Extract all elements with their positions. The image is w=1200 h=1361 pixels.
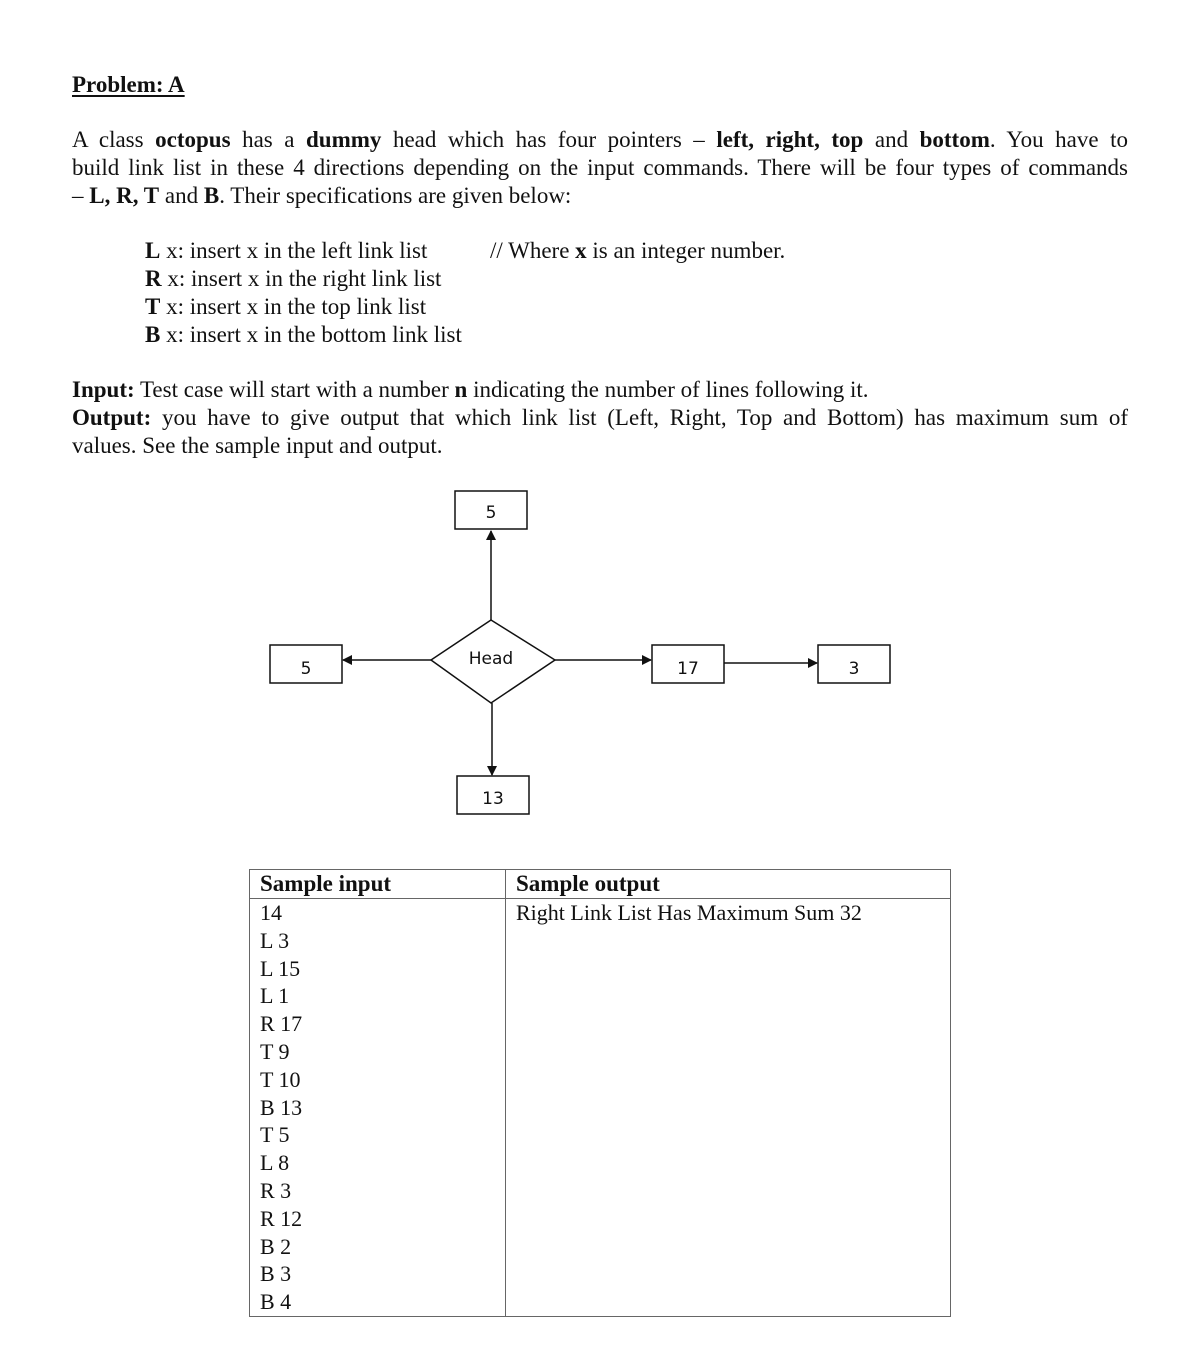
spec-description: x: insert x in the top link list <box>160 294 427 319</box>
right-node-2-value: 3 <box>849 659 860 679</box>
left-node-value: 5 <box>301 659 312 679</box>
right-node-1 <box>651 644 725 684</box>
keyword-x: x <box>575 238 587 263</box>
sample-input-header: Sample input <box>249 869 506 899</box>
sample-line: Right Link List Has Maximum Sum 32 <box>516 900 862 925</box>
text: head which has four pointers – <box>381 127 717 152</box>
keyword-commands: L, R, T <box>89 183 160 208</box>
text: A class <box>72 127 156 152</box>
top-node-value: 5 <box>486 503 497 523</box>
sample-body-row: 14 L 3L 15 L 1R 17 T 9T 10 B 13 T 5L 8R 3R 12… <box>249 898 951 1317</box>
output-label: Output: <box>72 405 152 430</box>
text: has a <box>230 127 306 152</box>
input-label: Input: <box>72 377 135 402</box>
keyword-dummy: dummy <box>306 127 382 152</box>
spec-description: x: insert x in the bottom link list <box>160 322 462 347</box>
bottom-node-value: 13 <box>482 789 504 809</box>
sample-line: B 13 <box>260 1094 303 1120</box>
intro-line-3: – L, R, T and B. Their specifications ar… <box>72 182 1128 210</box>
input-description: Input: Test case will start with a numbe… <box>72 376 1128 404</box>
sample-line: B 2 <box>260 1233 292 1259</box>
sample-input-lines: 14 L 3L 15 L 1R 17 T 9T 10 B 13 T 5L 8R 3R 12… <box>260 899 495 1316</box>
problem-description: A class octopus has a dummy head which h… <box>72 126 1128 210</box>
sample-line: B 4 <box>260 1289 292 1315</box>
problem-title: Problem: A <box>72 72 185 97</box>
sample-line: R 12 <box>260 1205 303 1231</box>
keyword-directions: left, right, top <box>716 127 864 152</box>
keyword-bottom: bottom <box>919 127 990 152</box>
text: and <box>159 183 204 208</box>
sample-output-lines: Right Link List Has Maximum Sum 32 <box>516 899 940 927</box>
sample-line: L 1 <box>260 983 290 1009</box>
intro-line-2: build link list in these 4 directions de… <box>72 155 1128 180</box>
spec-description: x: insert x in the left link list <box>160 238 428 263</box>
sample-line: L 3 <box>260 927 290 953</box>
spec-command: B <box>145 322 161 347</box>
spec-command: R <box>145 266 162 291</box>
keyword-b: B <box>203 183 220 208</box>
text: // Where <box>490 238 576 263</box>
spec-note: // Where x is an integer number. <box>490 237 785 265</box>
text: is an integer number. <box>586 238 786 263</box>
spec-left: L x: insert x in the left link list <box>145 237 462 265</box>
output-description-cont: values. See the sample input and output. <box>72 433 443 458</box>
sample-header-row: Sample input Sample output <box>249 869 951 899</box>
sample-table: Sample input Sample output 14 L 3L 15 L 1R… <box>249 869 951 1317</box>
spec-right: R x: insert x in the right link list <box>145 265 462 293</box>
sample-line: R 3 <box>260 1177 292 1203</box>
bottom-node <box>456 775 530 815</box>
sample-line: R 17 <box>260 1011 303 1037</box>
head-label: Head <box>469 649 513 669</box>
text: . You have to <box>989 127 1128 152</box>
spec-top: T x: insert x in the top link list <box>145 293 462 321</box>
text: . Their specifications are given below: <box>219 183 572 208</box>
sample-output-header: Sample output <box>505 869 951 899</box>
spec-description: x: insert x in the right link list <box>161 266 442 291</box>
text: Test case will start with a number <box>134 377 455 402</box>
sample-input-cell: 14 L 3L 15 L 1R 17 T 9T 10 B 13 T 5L 8R 3R 12… <box>249 898 506 1317</box>
spec-command: T <box>145 294 161 319</box>
spec-command: L <box>145 238 161 263</box>
sample-line: T 5 <box>260 1122 290 1148</box>
sample-output-cell: Right Link List Has Maximum Sum 32 <box>505 898 951 1317</box>
command-specs: L x: insert x in the left link list R x:… <box>145 237 462 349</box>
sample-line: L 8 <box>260 1150 290 1176</box>
intro-line-1: A class octopus has a dummy head which h… <box>72 126 1128 154</box>
left-node <box>269 644 343 684</box>
sample-line: B 3 <box>260 1261 292 1287</box>
text: you have to give output that which link … <box>151 405 1128 430</box>
sample-line: L 15 <box>260 955 301 981</box>
sample-line: 14 <box>260 900 282 925</box>
top-node <box>454 490 528 530</box>
head-node <box>429 619 557 704</box>
io-description: Input: Test case will start with a numbe… <box>72 376 1128 460</box>
sample-line: T 10 <box>260 1066 301 1092</box>
sample-line: T 9 <box>260 1038 290 1064</box>
text: and <box>863 127 920 152</box>
right-node-1-value: 17 <box>677 659 699 679</box>
right-node-2 <box>817 644 891 684</box>
spec-bottom: B x: insert x in the bottom link list <box>145 321 462 349</box>
output-description: Output: you have to give output that whi… <box>72 404 1128 432</box>
text: – <box>72 183 90 208</box>
text: indicating the number of lines following… <box>467 377 869 402</box>
keyword-octopus: octopus <box>155 127 231 152</box>
keyword-n: n <box>454 377 468 402</box>
